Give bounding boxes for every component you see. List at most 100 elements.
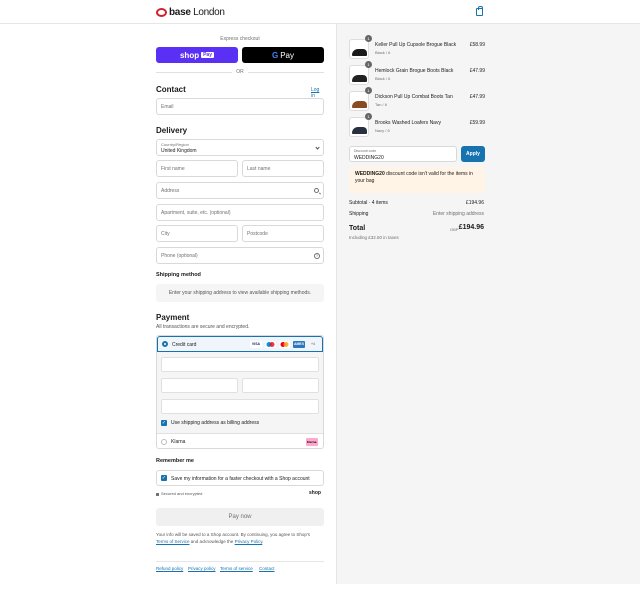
- terms-of-service-link[interactable]: Terms of service: [220, 566, 253, 571]
- shipping-value: Enter shipping address: [432, 211, 484, 217]
- shopping-bag-icon[interactable]: [476, 6, 483, 16]
- shoe-image: [352, 75, 367, 82]
- express-checkout-label: Express checkout: [220, 36, 260, 42]
- more-cards-badge: +4: [311, 342, 315, 346]
- remember-checkbox[interactable]: ✓: [161, 475, 167, 481]
- quantity-badge: 1: [365, 113, 372, 120]
- postcode-field[interactable]: Postcode: [242, 225, 324, 242]
- header: base London: [0, 0, 640, 24]
- quantity-badge: 1: [365, 87, 372, 94]
- item-variant: Tan / 6: [375, 102, 388, 107]
- expiry-field[interactable]: [161, 378, 238, 393]
- product-thumbnail: [349, 39, 369, 59]
- product-thumbnail: [349, 65, 369, 85]
- cart-item: 1 Brooks Washed Loafers Navy Navy / 6 £5…: [349, 113, 485, 138]
- shipping-method-heading: Shipping method: [156, 272, 201, 278]
- help-icon[interactable]: ?: [314, 253, 320, 259]
- save-info-label: Save my information for a faster checkou…: [171, 476, 310, 482]
- delivery-heading: Delivery: [156, 126, 188, 135]
- item-variant: Black / 6: [375, 76, 391, 81]
- contact-link[interactable]: Contact: [259, 566, 275, 571]
- item-name: Dickson Pull Up Combat Boots Tan: [375, 94, 453, 100]
- subtotal-label: Subtotal · 4 items: [349, 200, 388, 206]
- apartment-field[interactable]: Apartment, suite, etc. (optional): [156, 204, 324, 221]
- shop-pay-button[interactable]: shop Pay: [156, 47, 238, 63]
- privacy-policy-link[interactable]: Privacy policy: [188, 566, 216, 571]
- secure-label: Secured and encrypted: [161, 491, 203, 496]
- city-field[interactable]: City: [156, 225, 238, 242]
- amex-icon: AMEX: [293, 341, 305, 348]
- item-name: Brooks Washed Loafers Navy: [375, 120, 441, 126]
- payment-subtitle: All transactions are secure and encrypte…: [156, 324, 250, 330]
- remember-me-option[interactable]: ✓ Save my information for a faster check…: [156, 470, 324, 486]
- footer-divider: [156, 561, 324, 562]
- google-pay-button[interactable]: G Pay: [242, 47, 324, 63]
- remember-me-heading: Remember me: [156, 458, 194, 464]
- chevron-down-icon: [315, 145, 320, 150]
- bottom-strip: [0, 584, 640, 611]
- product-thumbnail: [349, 91, 369, 111]
- contact-heading: Contact: [156, 85, 186, 94]
- cart-item: 1 Hemlock Grain Brogue Boots Black Black…: [349, 61, 485, 86]
- subtotal-value: £194.96: [465, 200, 484, 206]
- name-on-card-field[interactable]: [161, 399, 319, 414]
- credit-card-radio[interactable]: [162, 341, 168, 347]
- maestro-icon: [265, 341, 276, 348]
- payment-methods: Credit card VISA AMEX +4 ✓ Use shipping …: [156, 335, 324, 449]
- apply-discount-button[interactable]: Apply: [461, 146, 485, 162]
- legal-text: Your info will be saved to a Shop accoun…: [156, 532, 311, 544]
- brand-name: base London: [169, 6, 225, 18]
- product-thumbnail: [349, 117, 369, 137]
- item-price: £58.99: [469, 42, 485, 48]
- discount-code-field[interactable]: Discount code WEDDING20: [349, 146, 457, 162]
- currency-code: GBP: [450, 227, 459, 232]
- discount-warning: WEDDING20 discount code isn't valid for …: [349, 167, 485, 193]
- card-number-field[interactable]: [161, 357, 319, 372]
- email-field[interactable]: Email: [156, 98, 324, 115]
- shipping-method-notice: Enter your shipping address to view avai…: [156, 284, 324, 302]
- pay-now-button[interactable]: Pay now: [156, 508, 324, 526]
- address-field[interactable]: Address: [156, 182, 324, 199]
- or-divider: OR: [156, 68, 324, 76]
- google-g-icon: G: [271, 50, 279, 60]
- item-variant: Navy / 6: [375, 128, 390, 133]
- refund-policy-link[interactable]: Refund policy: [156, 566, 183, 571]
- shipping-label: Shipping: [349, 211, 369, 217]
- cart-item: 1 Dickson Pull Up Combat Boots Tan Tan /…: [349, 87, 485, 112]
- klarna-logo-icon: Klarna.: [306, 438, 318, 446]
- item-variant: Black / 6: [375, 50, 391, 55]
- item-name: Keller Pull Up Cupsole Brogue Black: [375, 42, 457, 48]
- mastercard-icon: [279, 341, 290, 348]
- phone-field[interactable]: Phone (optional) ?: [156, 247, 324, 264]
- credit-card-option[interactable]: Credit card VISA AMEX +4: [157, 336, 323, 352]
- brand-logo[interactable]: base London: [156, 6, 225, 18]
- last-name-field[interactable]: Last name: [242, 160, 324, 177]
- item-price: £47.99: [469, 94, 485, 100]
- cart-item: 1 Keller Pull Up Cupsole Brogue Black Bl…: [349, 35, 485, 60]
- shoe-image: [352, 101, 367, 108]
- taxes-note: Including £32.50 in taxes: [349, 235, 399, 240]
- first-name-field[interactable]: First name: [156, 160, 238, 177]
- billing-checkbox[interactable]: ✓: [161, 420, 167, 426]
- terms-link[interactable]: Terms of Service: [156, 539, 190, 544]
- quantity-badge: 1: [365, 35, 372, 42]
- search-icon: [314, 188, 319, 193]
- klarna-radio[interactable]: [161, 439, 167, 445]
- item-name: Hemlock Grain Brogue Boots Black: [375, 68, 454, 74]
- logo-mark-icon: [156, 7, 167, 17]
- item-price: £59.99: [469, 120, 485, 126]
- visa-icon: VISA: [250, 341, 262, 348]
- card-details-form: ✓ Use shipping address as billing addres…: [157, 352, 323, 433]
- quantity-badge: 1: [365, 61, 372, 68]
- privacy-link[interactable]: Privacy Policy: [235, 539, 263, 544]
- country-select[interactable]: Country/Region United Kingdom: [156, 139, 324, 156]
- klarna-option[interactable]: Klarna Klarna.: [157, 433, 323, 449]
- shop-logo: shop: [309, 490, 321, 496]
- lock-icon: [156, 493, 159, 496]
- payment-heading: Payment: [156, 313, 190, 322]
- item-price: £47.99: [469, 68, 485, 74]
- billing-same-label: Use shipping address as billing address: [171, 420, 260, 426]
- shoe-image: [352, 127, 367, 134]
- total-label: Total: [349, 225, 366, 232]
- security-code-field[interactable]: [242, 378, 319, 393]
